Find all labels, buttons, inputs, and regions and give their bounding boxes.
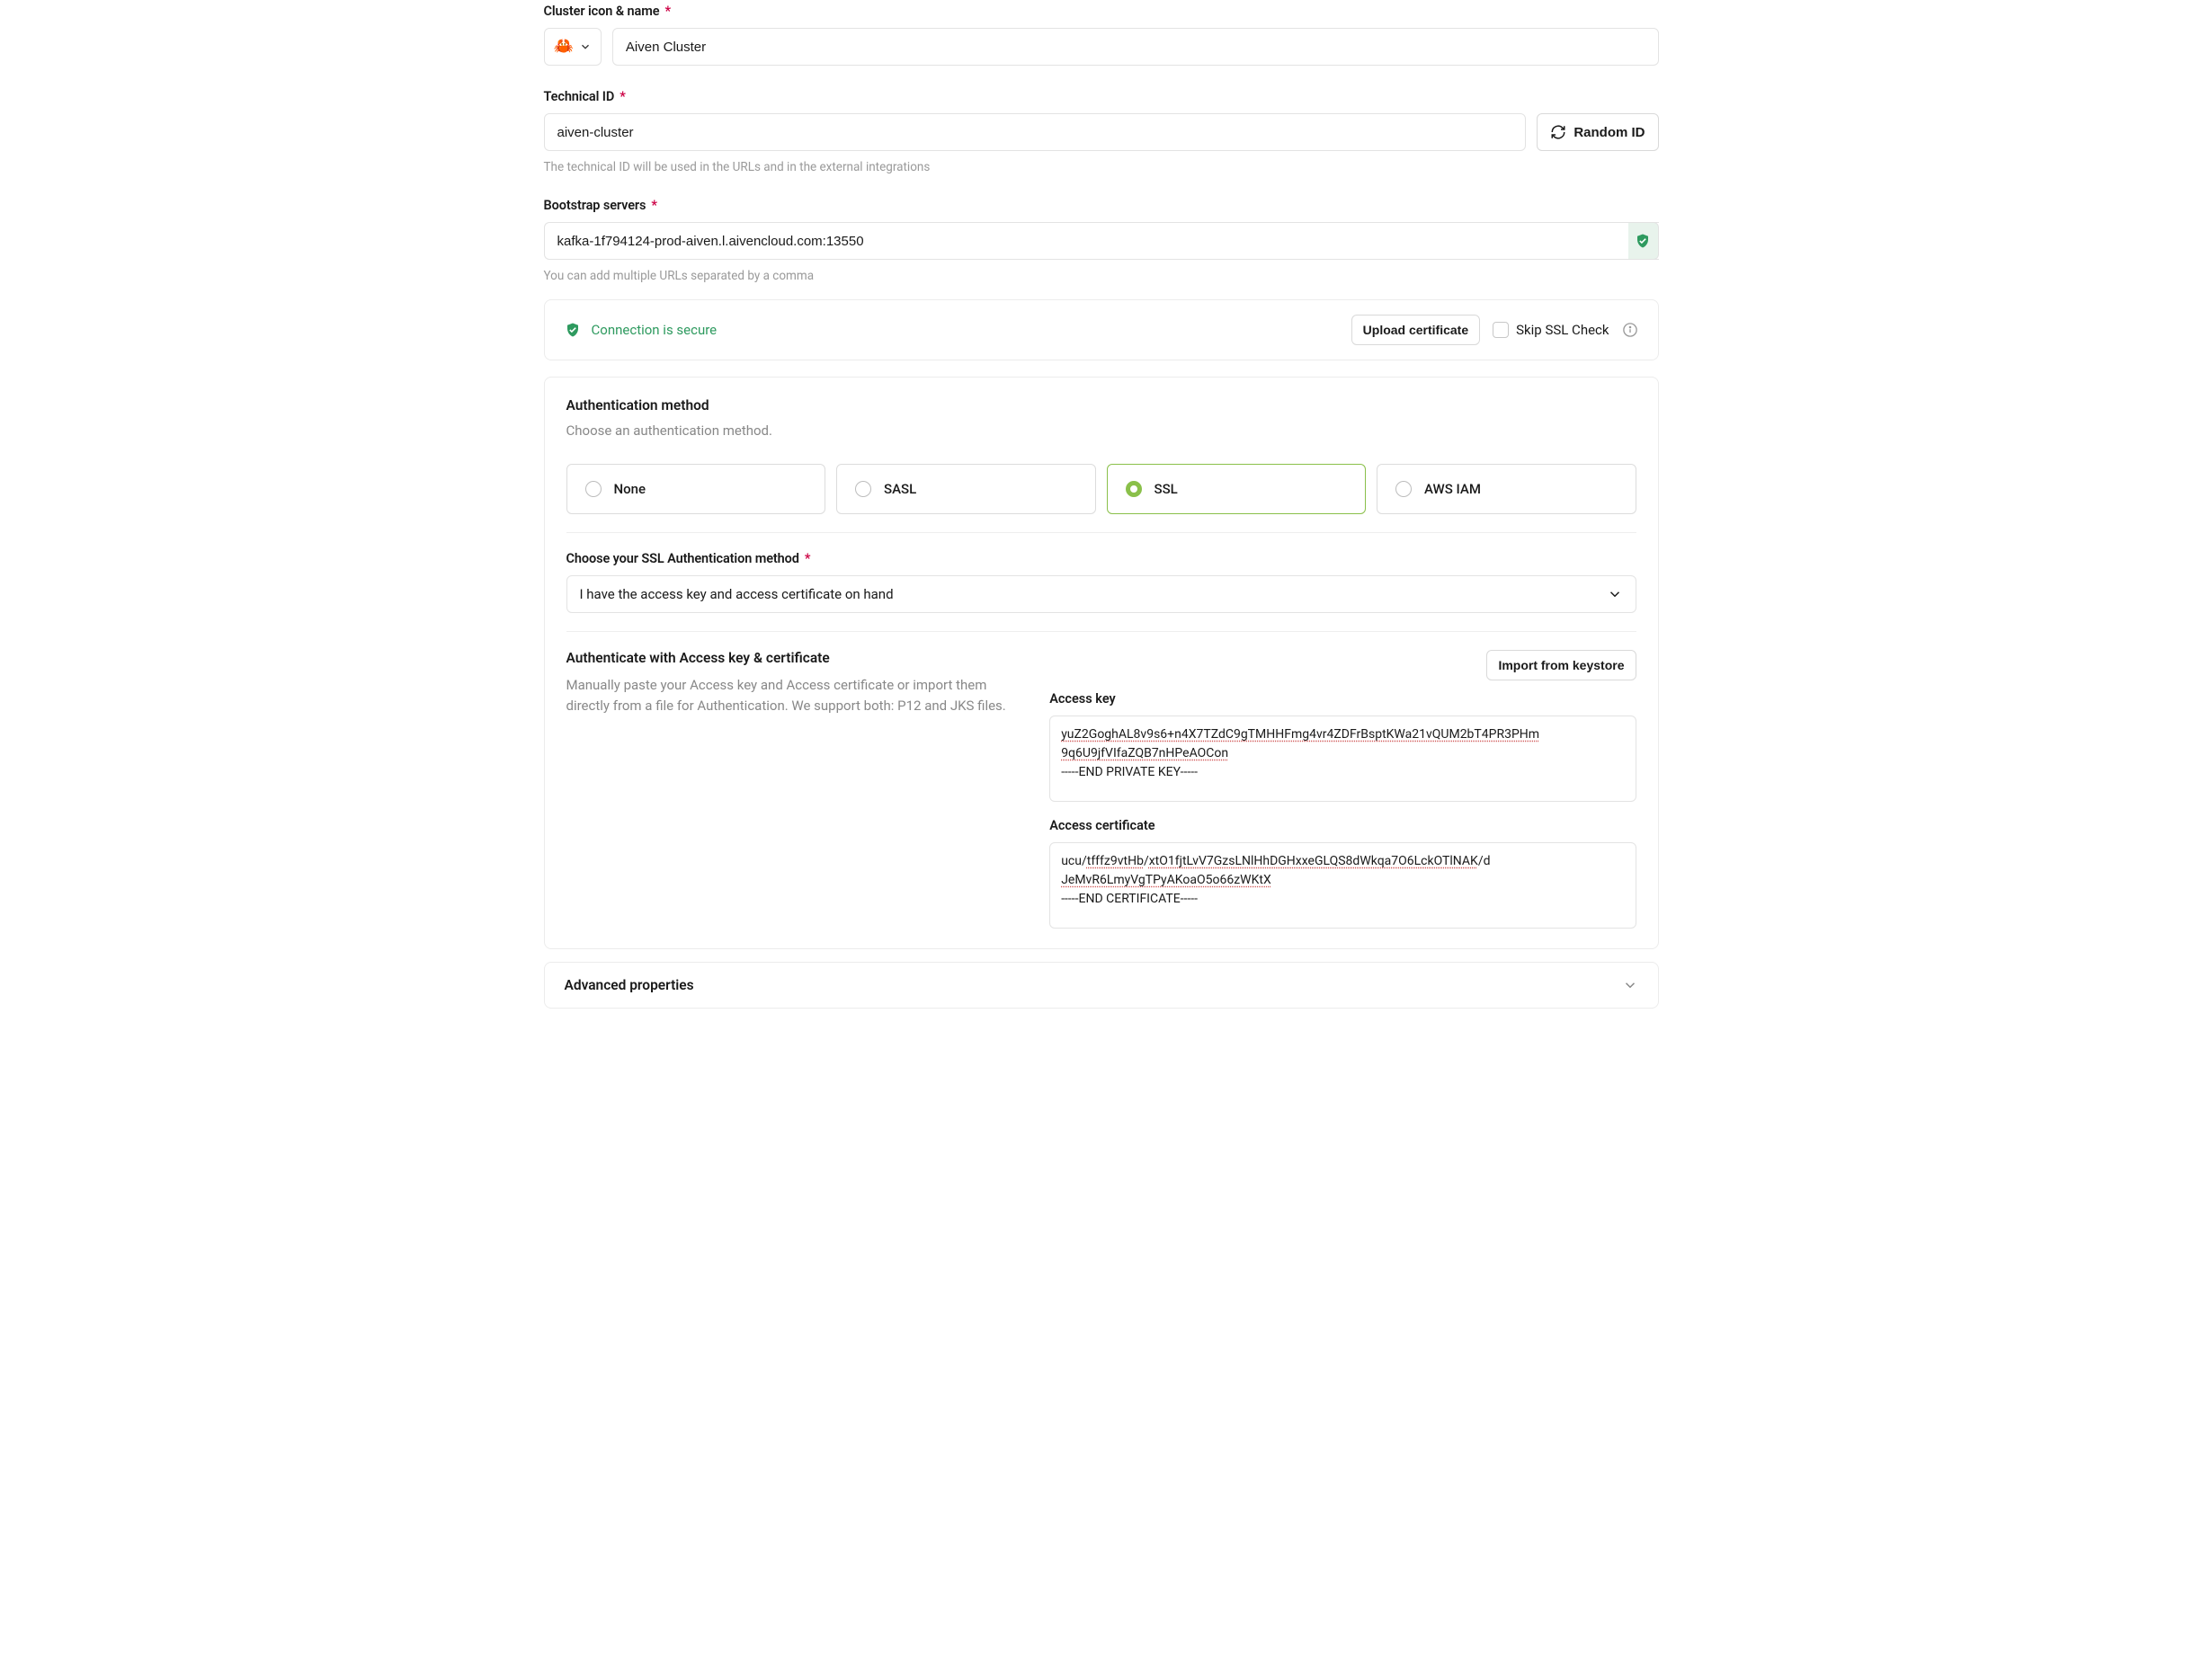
bootstrap-secure-indicator — [1628, 222, 1659, 260]
auth-option-aws-iam[interactable]: AWS IAM — [1377, 464, 1636, 514]
refresh-icon — [1550, 124, 1566, 140]
auth-subtitle: Choose an authentication method. — [566, 422, 1636, 439]
access-key-textarea[interactable]: yuZ2GoghAL8v9s6+n4X7TZdC9gTMHHFmg4vr4ZDF… — [1049, 716, 1636, 802]
random-id-label: Random ID — [1573, 125, 1645, 140]
upload-certificate-button[interactable]: Upload certificate — [1351, 315, 1480, 345]
access-title: Authenticate with Access key & certifica… — [566, 650, 830, 666]
ssl-method-value: I have the access key and access certifi… — [580, 586, 894, 602]
cluster-icon: 🦀 — [554, 39, 574, 55]
access-key-label: Access key — [1049, 691, 1636, 707]
import-keystore-button[interactable]: Import from keystore — [1486, 650, 1636, 680]
random-id-button[interactable]: Random ID — [1537, 113, 1658, 151]
authentication-card: Authentication method Choose an authenti… — [544, 377, 1659, 949]
radio-icon — [855, 481, 871, 497]
cluster-name-input[interactable] — [612, 28, 1659, 66]
advanced-properties-card[interactable]: Advanced properties — [544, 962, 1659, 1009]
skip-ssl-checkbox-wrap[interactable]: Skip SSL Check — [1493, 322, 1609, 338]
auth-option-sasl[interactable]: SASL — [836, 464, 1096, 514]
bootstrap-label: Bootstrap servers* — [544, 198, 1659, 213]
info-icon[interactable] — [1622, 322, 1638, 338]
auth-option-ssl[interactable]: SSL — [1107, 464, 1367, 514]
shield-check-icon — [1635, 233, 1651, 249]
technical-id-input[interactable] — [544, 113, 1527, 151]
ssl-method-select[interactable]: I have the access key and access certifi… — [566, 575, 1636, 613]
technical-id-label: Technical ID* — [544, 89, 1659, 104]
radio-icon — [1395, 481, 1412, 497]
chevron-down-icon — [1607, 586, 1623, 602]
connection-status-text: Connection is secure — [592, 322, 718, 338]
auth-title: Authentication method — [566, 397, 1636, 413]
connection-status-card: Connection is secure Upload certificate … — [544, 299, 1659, 360]
cluster-icon-select[interactable]: 🦀 — [544, 28, 602, 66]
bootstrap-input[interactable] — [544, 222, 1659, 260]
radio-icon — [1126, 481, 1142, 497]
technical-id-help: The technical ID will be used in the URL… — [544, 160, 1659, 174]
access-cert-label: Access certificate — [1049, 818, 1636, 833]
radio-icon — [585, 481, 602, 497]
ssl-method-label: Choose your SSL Authentication method* — [566, 551, 1636, 566]
skip-ssl-checkbox[interactable] — [1493, 322, 1509, 338]
cluster-name-label: Cluster icon & name* — [544, 4, 1659, 19]
skip-ssl-label: Skip SSL Check — [1516, 322, 1609, 338]
chevron-down-icon — [579, 40, 592, 53]
access-cert-textarea[interactable]: ucu/tfffz9vtHb/xtO1fjtLvV7GzsLNlHhDGHxxe… — [1049, 842, 1636, 929]
chevron-down-icon — [1622, 977, 1638, 993]
auth-option-none[interactable]: None — [566, 464, 826, 514]
advanced-title: Advanced properties — [565, 977, 694, 993]
bootstrap-help: You can add multiple URLs separated by a… — [544, 269, 1659, 283]
access-description: Manually paste your Access key and Acces… — [566, 675, 1027, 717]
shield-check-icon — [565, 322, 581, 338]
